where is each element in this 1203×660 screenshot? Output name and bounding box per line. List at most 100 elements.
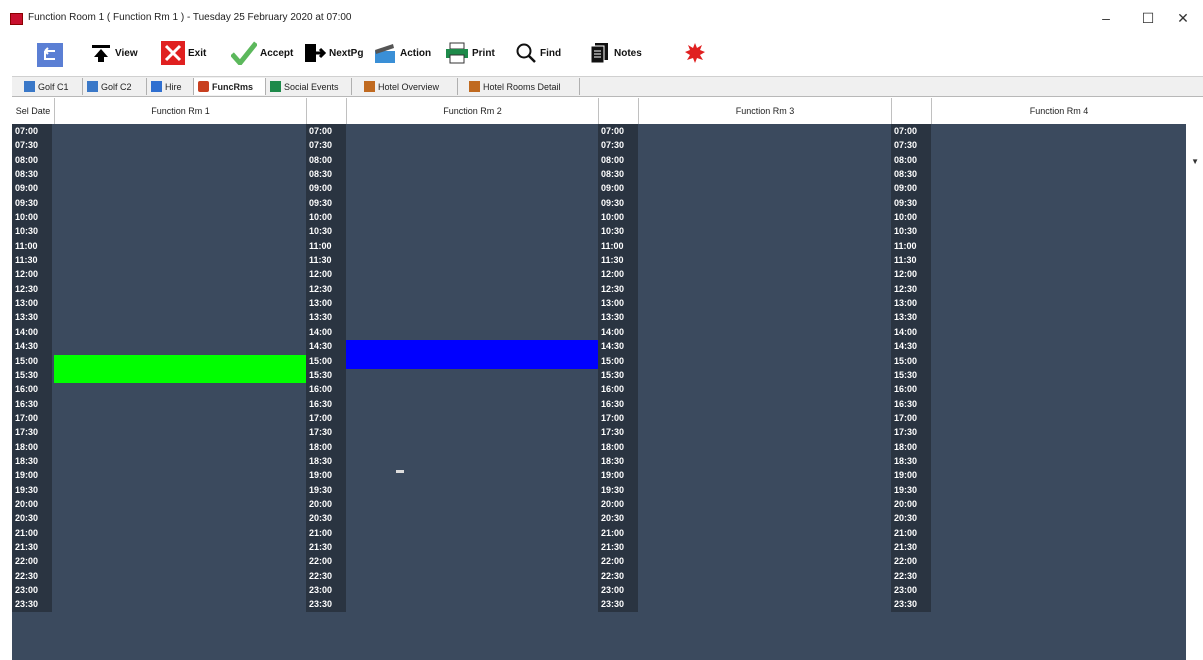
time-slot-label: 23:30 [891, 597, 931, 612]
time-slot-label: 12:00 [598, 267, 638, 282]
time-slot-label: 11:00 [12, 238, 52, 254]
time-slot-label: 12:30 [306, 281, 346, 297]
grid-header: Sel Date Function Rm 1 Function Rm 2 Fun… [12, 98, 1186, 125]
notes-button[interactable]: Notes [589, 38, 642, 68]
close-button[interactable]: ✕ [1168, 6, 1198, 30]
time-slot-label: 17:00 [306, 410, 346, 426]
view-button[interactable]: View [90, 38, 138, 68]
time-slot-label: 21:00 [306, 525, 346, 540]
print-button[interactable]: Print [445, 38, 495, 68]
accept-label: Accept [260, 47, 294, 59]
time-slot-label: 13:00 [891, 296, 931, 311]
spacer-header [306, 98, 346, 124]
time-slot-label: 14:30 [891, 339, 931, 354]
time-slot-label: 15:00 [891, 353, 931, 368]
time-slot-label: 18:30 [306, 453, 346, 469]
time-slot-label: 07:30 [598, 138, 638, 153]
time-slot-label: 21:30 [598, 539, 638, 555]
time-slot-label: 09:30 [891, 195, 931, 211]
time-slot-label: 16:30 [12, 396, 52, 411]
tab-label: Golf C2 [101, 81, 132, 92]
chevron-down-icon[interactable]: ▼ [1191, 157, 1199, 166]
time-slot-label: 22:00 [12, 554, 52, 569]
minimize-button[interactable]: – [1091, 6, 1121, 30]
time-slot-label: 07:00 [306, 124, 346, 139]
esp-logo-button[interactable] [684, 38, 706, 68]
time-slot-label: 14:30 [598, 339, 638, 354]
tab-hotel-rooms-detail[interactable]: Hotel Rooms Detail [465, 78, 580, 95]
time-slot-label: 13:30 [598, 310, 638, 325]
module-tab-bar: Golf C1 Golf C2 Hire FuncRms Social Even… [0, 76, 1203, 166]
time-slot-label: 20:30 [598, 511, 638, 526]
time-slot-label: 23:00 [891, 583, 931, 598]
time-slot-label: 07:30 [12, 138, 52, 153]
exit-button[interactable]: Exit [161, 38, 206, 68]
room-header-4[interactable]: Function Rm 4 [931, 98, 1186, 124]
time-slot-label: 16:00 [306, 382, 346, 397]
search-icon [516, 43, 536, 63]
booking-block[interactable] [54, 354, 306, 384]
tab-label: Social Events [284, 81, 339, 92]
time-slot-label: 23:30 [306, 597, 346, 612]
booking-grid[interactable]: 07:00 07:30 08:00 08:30 09:00 09:30 10:00 10:30… [12, 124, 1186, 660]
time-slot-label: 08:00 [306, 152, 346, 168]
tab-hotel-overview[interactable]: Hotel Overview [360, 78, 458, 95]
time-slot-label: 07:30 [891, 138, 931, 153]
clapperboard-icon [375, 44, 395, 63]
notes-icon [590, 43, 608, 64]
time-slot-label: 08:30 [12, 167, 52, 182]
room-header-3[interactable]: Function Rm 3 [638, 98, 891, 124]
time-slot-label: 10:30 [306, 224, 346, 239]
time-column-3: 07:00 07:30 08:00 08:30 09:00 09:30 10:00 10:30… [598, 124, 638, 612]
golf-icon [87, 81, 98, 92]
sel-date-header[interactable]: Sel Date [12, 98, 54, 124]
time-slot-label: 21:30 [306, 539, 346, 555]
tab-label: Hotel Overview [378, 81, 440, 92]
time-slot-label: 21:00 [598, 525, 638, 540]
time-slot-label: 22:00 [306, 554, 346, 569]
booking-block[interactable] [346, 340, 598, 369]
time-slot-label: 20:00 [598, 496, 638, 512]
time-slot-label: 10:00 [598, 210, 638, 225]
time-slot-label: 09:00 [598, 181, 638, 196]
time-slot-label: 10:30 [598, 224, 638, 239]
room-header-2[interactable]: Function Rm 2 [346, 98, 598, 124]
accept-button[interactable]: Accept [231, 38, 293, 68]
tab-label: FuncRms [212, 81, 254, 92]
back-button[interactable] [37, 40, 63, 70]
time-slot-label: 22:30 [891, 568, 931, 583]
time-slot-label: 10:30 [12, 224, 52, 239]
tab-social-events[interactable]: Social Events [266, 78, 352, 95]
time-slot-label: 14:00 [12, 324, 52, 340]
maximize-button[interactable]: ☐ [1133, 6, 1163, 30]
tab-golf-c1[interactable]: Golf C1 [20, 78, 83, 95]
find-button[interactable]: Find [515, 38, 561, 68]
tab-funcrms[interactable]: FuncRms [194, 78, 266, 95]
time-slot-label: 13:00 [12, 296, 52, 311]
time-column-2: 07:00 07:30 08:00 08:30 09:00 09:30 10:00 10:30… [306, 124, 346, 612]
time-slot-label: 21:00 [12, 525, 52, 540]
time-slot-label: 14:00 [306, 324, 346, 340]
tab-golf-c2[interactable]: Golf C2 [83, 78, 147, 95]
time-slot-label: 15:30 [306, 367, 346, 383]
time-slot-label: 11:30 [12, 253, 52, 268]
room-header-1[interactable]: Function Rm 1 [54, 98, 306, 124]
time-slot-label: 18:00 [891, 439, 931, 454]
time-slot-label: 08:00 [12, 152, 52, 168]
time-slot-label: 16:30 [306, 396, 346, 411]
time-slot-label: 19:00 [891, 468, 931, 483]
time-slot-label: 07:00 [12, 124, 52, 139]
time-slot-label: 10:00 [891, 210, 931, 225]
tab-label: Hire [165, 81, 182, 92]
left-margin [0, 74, 12, 660]
tab-hire[interactable]: Hire [147, 78, 194, 95]
view-label: View [115, 47, 138, 59]
checkmark-icon [231, 41, 257, 65]
action-button[interactable]: Action [373, 38, 431, 68]
nextpg-button[interactable]: NextPg [304, 38, 363, 68]
time-slot-label: 17:00 [598, 410, 638, 426]
time-column-1: 07:00 07:30 08:00 08:30 09:00 09:30 10:00 10:30… [12, 124, 52, 612]
esp-logo-icon [685, 43, 705, 63]
view-icon [92, 45, 110, 62]
time-slot-label: 20:30 [12, 511, 52, 526]
